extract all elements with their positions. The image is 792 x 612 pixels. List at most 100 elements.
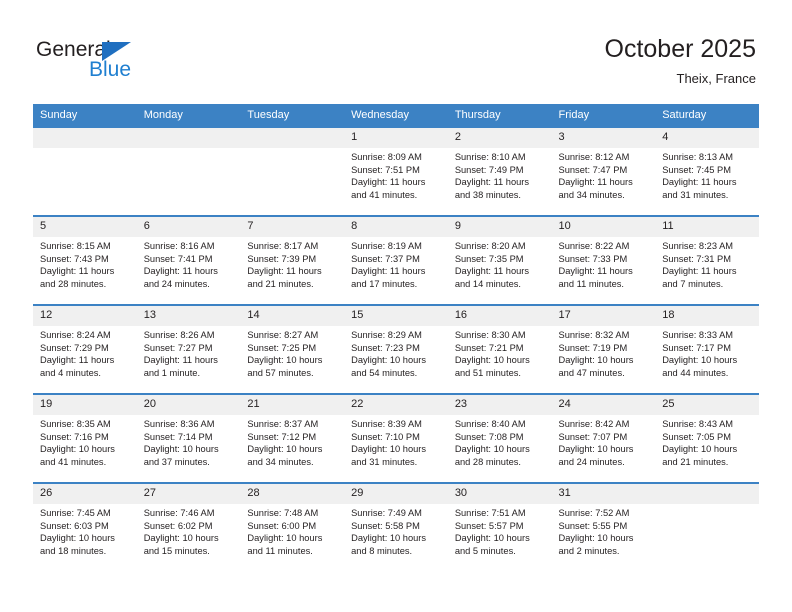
calendar-container: Sunday Monday Tuesday Wednesday Thursday… xyxy=(33,104,759,571)
daylight-duration-line1: Daylight: 11 hours xyxy=(558,177,633,188)
day-sun-info: Sunrise: 8:24 AM Sunset: 7:29 PM Daylight:… xyxy=(33,326,137,379)
calendar-day-cell[interactable]: 19 Sunrise: 8:35 AM Sunset: 7:16 PM Dayligh… xyxy=(33,393,137,483)
calendar-day-cell[interactable]: 25 Sunrise: 8:43 AM Sunset: 7:05 PM Dayligh… xyxy=(655,393,759,483)
weekday-header-wednesday: Wednesday xyxy=(344,104,448,127)
day-sun-info: Sunrise: 8:29 AM Sunset: 7:23 PM Daylight:… xyxy=(344,326,448,379)
calendar-day-cell[interactable]: 12 Sunrise: 8:24 AM Sunset: 7:29 PM Dayligh… xyxy=(33,304,137,394)
calendar-day-cell[interactable]: 16 Sunrise: 8:30 AM Sunset: 7:21 PM Dayligh… xyxy=(447,304,552,394)
daylight-duration-line2: and 15 minutes. xyxy=(143,545,210,556)
calendar-day-cell[interactable]: 15 Sunrise: 8:29 AM Sunset: 7:23 PM Dayligh… xyxy=(344,304,448,394)
daylight-duration-line1: Daylight: 10 hours xyxy=(247,444,323,455)
day-sun-info: Sunrise: 8:42 AM Sunset: 7:07 PM Daylight:… xyxy=(552,415,656,468)
day-number: 31 xyxy=(551,484,656,504)
calendar-day-cell[interactable]: 23 Sunrise: 8:40 AM Sunset: 7:08 PM Dayligh… xyxy=(447,393,552,483)
daylight-duration-line2: and 28 minutes. xyxy=(454,456,521,467)
calendar-day-cell[interactable]: 8 Sunrise: 8:19 AM Sunset: 7:37 PM Daylight… xyxy=(344,215,448,305)
day-sun-info: Sunrise: 7:51 AM Sunset: 5:57 PM Daylight:… xyxy=(448,504,552,557)
sunrise-time: Sunrise: 7:48 AM xyxy=(247,508,319,518)
calendar-day-cell[interactable]: 30 Sunrise: 7:51 AM Sunset: 5:57 PM Dayligh… xyxy=(447,482,552,571)
daylight-duration-line2: and 47 minutes. xyxy=(558,367,625,378)
sunrise-time: Sunrise: 8:26 AM xyxy=(143,330,215,340)
daylight-duration-line1: Daylight: 10 hours xyxy=(454,533,530,544)
calendar-day-cell[interactable]: 5 Sunrise: 8:15 AM Sunset: 7:43 PM Daylight… xyxy=(33,215,137,305)
calendar-day-cell[interactable]: 9 Sunrise: 8:20 AM Sunset: 7:35 PM Daylight… xyxy=(447,215,552,305)
calendar-header-row: Sunday Monday Tuesday Wednesday Thursday… xyxy=(33,104,759,127)
calendar-day-cell[interactable]: 1 Sunrise: 8:09 AM Sunset: 7:51 PM Daylight… xyxy=(344,126,448,216)
daylight-duration-line2: and 11 minutes. xyxy=(247,545,313,556)
daylight-duration-line2: and 41 minutes. xyxy=(351,189,418,200)
day-number: 16 xyxy=(447,306,552,326)
calendar-week-row: 1 Sunrise: 8:09 AM Sunset: 7:51 PM Daylight… xyxy=(33,126,759,216)
daylight-duration-line1: Daylight: 11 hours xyxy=(143,266,218,277)
calendar-day-cell[interactable]: 17 Sunrise: 8:32 AM Sunset: 7:19 PM Dayligh… xyxy=(551,304,656,394)
daylight-duration-line1: Daylight: 10 hours xyxy=(247,355,323,366)
calendar-day-cell[interactable]: 3 Sunrise: 8:12 AM Sunset: 7:47 PM Daylight… xyxy=(551,126,656,216)
calendar-day-cell[interactable]: 31 Sunrise: 7:52 AM Sunset: 5:55 PM Dayligh… xyxy=(551,482,656,571)
day-sun-info: Sunrise: 8:15 AM Sunset: 7:43 PM Daylight:… xyxy=(33,237,137,290)
daylight-duration-line1: Daylight: 11 hours xyxy=(662,266,737,277)
sunset-time: Sunset: 5:55 PM xyxy=(558,520,628,531)
sunset-time: Sunset: 7:33 PM xyxy=(558,253,628,264)
day-sun-info: Sunrise: 7:48 AM Sunset: 6:00 PM Daylight:… xyxy=(240,504,344,557)
day-sun-info: Sunrise: 8:19 AM Sunset: 7:37 PM Daylight:… xyxy=(344,237,448,290)
calendar-day-cell[interactable]: 14 Sunrise: 8:27 AM Sunset: 7:25 PM Dayligh… xyxy=(240,304,345,394)
calendar-day-cell[interactable]: 24 Sunrise: 8:42 AM Sunset: 7:07 PM Dayligh… xyxy=(551,393,656,483)
sunrise-time: Sunrise: 8:23 AM xyxy=(662,241,734,251)
calendar-day-cell[interactable]: 2 Sunrise: 8:10 AM Sunset: 7:49 PM Daylight… xyxy=(447,126,552,216)
sunrise-time: Sunrise: 8:12 AM xyxy=(558,152,630,162)
weekday-header-thursday: Thursday xyxy=(447,104,552,127)
daylight-duration-line1: Daylight: 10 hours xyxy=(662,444,738,455)
daylight-duration-line1: Daylight: 11 hours xyxy=(40,266,115,277)
day-sun-info: Sunrise: 8:10 AM Sunset: 7:49 PM Daylight:… xyxy=(448,148,552,201)
calendar-day-cell[interactable]: 21 Sunrise: 8:37 AM Sunset: 7:12 PM Dayligh… xyxy=(240,393,345,483)
day-number: 25 xyxy=(655,395,759,415)
calendar-week-row: 26 Sunrise: 7:45 AM Sunset: 6:03 PM Dayligh… xyxy=(33,482,759,571)
day-number: 15 xyxy=(344,306,448,326)
weekday-header-saturday: Saturday xyxy=(655,104,759,127)
sunrise-time: Sunrise: 8:37 AM xyxy=(247,419,319,429)
calendar-day-cell[interactable]: 22 Sunrise: 8:39 AM Sunset: 7:10 PM Dayligh… xyxy=(344,393,448,483)
day-number: 11 xyxy=(655,217,759,237)
calendar-day-cell[interactable]: 6 Sunrise: 8:16 AM Sunset: 7:41 PM Daylight… xyxy=(136,215,241,305)
sunset-time: Sunset: 7:08 PM xyxy=(454,431,524,442)
calendar-day-cell[interactable]: 13 Sunrise: 8:26 AM Sunset: 7:27 PM Dayligh… xyxy=(136,304,241,394)
day-number: 13 xyxy=(136,306,241,326)
sunrise-time: Sunrise: 7:51 AM xyxy=(454,508,526,518)
sunset-time: Sunset: 7:45 PM xyxy=(662,164,731,175)
calendar-day-cell[interactable]: 10 Sunrise: 8:22 AM Sunset: 7:33 PM Dayligh… xyxy=(551,215,656,305)
daylight-duration-line1: Daylight: 11 hours xyxy=(454,266,530,277)
calendar-week-row: 12 Sunrise: 8:24 AM Sunset: 7:29 PM Dayligh… xyxy=(33,304,759,394)
daylight-duration-line1: Daylight: 11 hours xyxy=(143,355,218,366)
day-sun-info: Sunrise: 8:37 AM Sunset: 7:12 PM Daylight:… xyxy=(240,415,344,468)
calendar-day-cell[interactable]: 28 Sunrise: 7:48 AM Sunset: 6:00 PM Dayligh… xyxy=(240,482,345,571)
daylight-duration-line1: Daylight: 11 hours xyxy=(662,177,737,188)
daylight-duration-line2: and 41 minutes. xyxy=(40,456,107,467)
title-block: October 2025 Theix, France xyxy=(605,34,757,88)
sunrise-time: Sunrise: 8:16 AM xyxy=(143,241,215,251)
calendar-day-cell[interactable]: 4 Sunrise: 8:13 AM Sunset: 7:45 PM Daylight… xyxy=(655,126,759,216)
day-sun-info: Sunrise: 8:27 AM Sunset: 7:25 PM Daylight:… xyxy=(240,326,344,379)
day-number: 14 xyxy=(240,306,345,326)
calendar-day-cell[interactable]: 20 Sunrise: 8:36 AM Sunset: 7:14 PM Dayligh… xyxy=(136,393,241,483)
day-sun-info: Sunrise: 8:26 AM Sunset: 7:27 PM Daylight:… xyxy=(137,326,241,379)
sunrise-time: Sunrise: 8:24 AM xyxy=(40,330,111,340)
day-sun-info: Sunrise: 7:52 AM Sunset: 5:55 PM Daylight:… xyxy=(552,504,656,557)
calendar-day-cell[interactable]: 7 Sunrise: 8:17 AM Sunset: 7:39 PM Daylight… xyxy=(240,215,345,305)
calendar-day-cell[interactable]: 29 Sunrise: 7:49 AM Sunset: 5:58 PM Dayligh… xyxy=(344,482,448,571)
calendar-day-cell[interactable]: 26 Sunrise: 7:45 AM Sunset: 6:03 PM Dayligh… xyxy=(33,482,137,571)
sunrise-time: Sunrise: 7:49 AM xyxy=(351,508,422,518)
sunset-time: Sunset: 7:35 PM xyxy=(454,253,524,264)
day-number: 17 xyxy=(551,306,656,326)
calendar-day-cell[interactable]: 11 Sunrise: 8:23 AM Sunset: 7:31 PM Dayligh… xyxy=(655,215,759,305)
daylight-duration-line1: Daylight: 10 hours xyxy=(454,355,530,366)
sunrise-time: Sunrise: 7:46 AM xyxy=(143,508,215,518)
daylight-duration-line1: Daylight: 10 hours xyxy=(143,444,219,455)
daylight-duration-line1: Daylight: 10 hours xyxy=(662,355,738,366)
calendar-day-cell[interactable]: 27 Sunrise: 7:46 AM Sunset: 6:02 PM Dayligh… xyxy=(136,482,241,571)
sunset-time: Sunset: 7:27 PM xyxy=(143,342,213,353)
day-number: 24 xyxy=(551,395,656,415)
weekday-header-sunday: Sunday xyxy=(33,104,137,127)
calendar-day-cell[interactable]: 18 Sunrise: 8:33 AM Sunset: 7:17 PM Dayligh… xyxy=(655,304,759,394)
calendar-week-row: 19 Sunrise: 8:35 AM Sunset: 7:16 PM Dayligh… xyxy=(33,393,759,483)
sunset-time: Sunset: 7:05 PM xyxy=(662,431,731,442)
